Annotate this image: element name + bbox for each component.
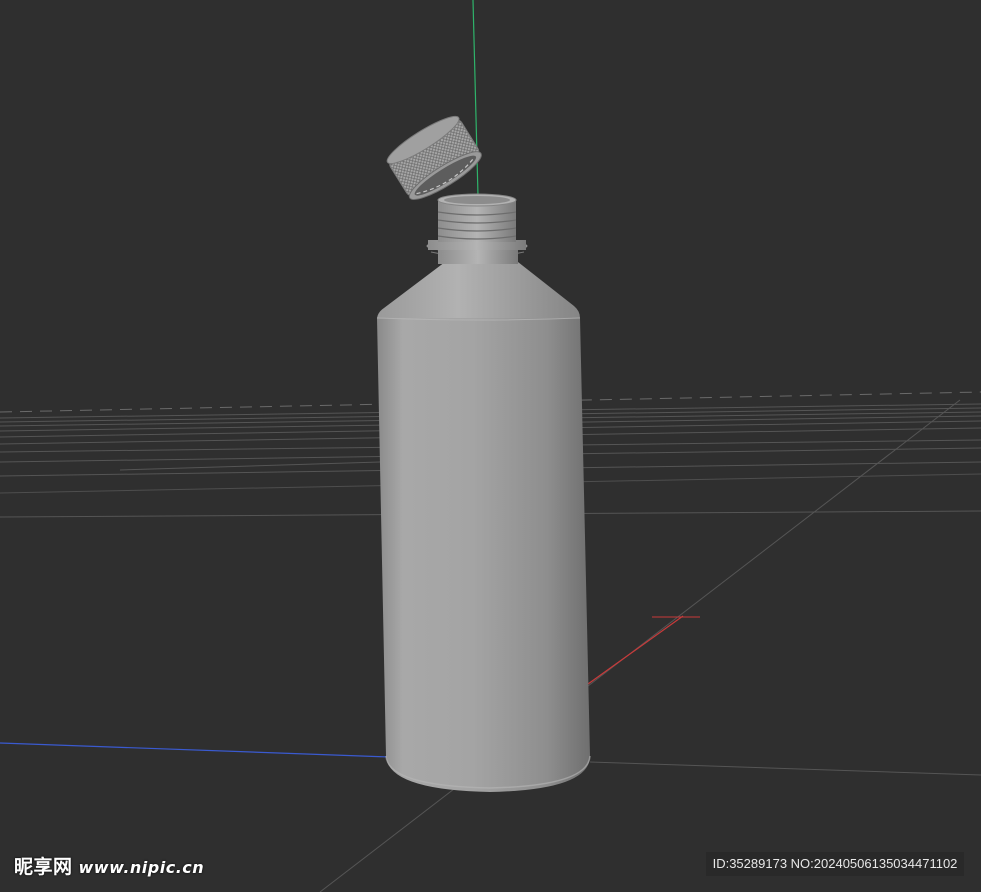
z-axis-line	[0, 742, 391, 758]
bottle-shoulder	[377, 262, 580, 318]
viewport-canvas[interactable]	[0, 0, 981, 892]
bottle-cap[interactable]	[383, 110, 487, 206]
site-url: www.nipic.cn	[78, 858, 205, 877]
bottle[interactable]	[376, 193, 591, 792]
site-watermark: 昵享网 www.nipic.cn	[14, 852, 204, 879]
bottle-body	[377, 318, 590, 792]
id-watermark: ID:35289173 NO:20240506135034471102	[706, 852, 964, 876]
site-name: 昵享网	[14, 856, 73, 878]
x-axis-line	[587, 615, 684, 685]
3d-viewport[interactable]	[0, 0, 981, 892]
